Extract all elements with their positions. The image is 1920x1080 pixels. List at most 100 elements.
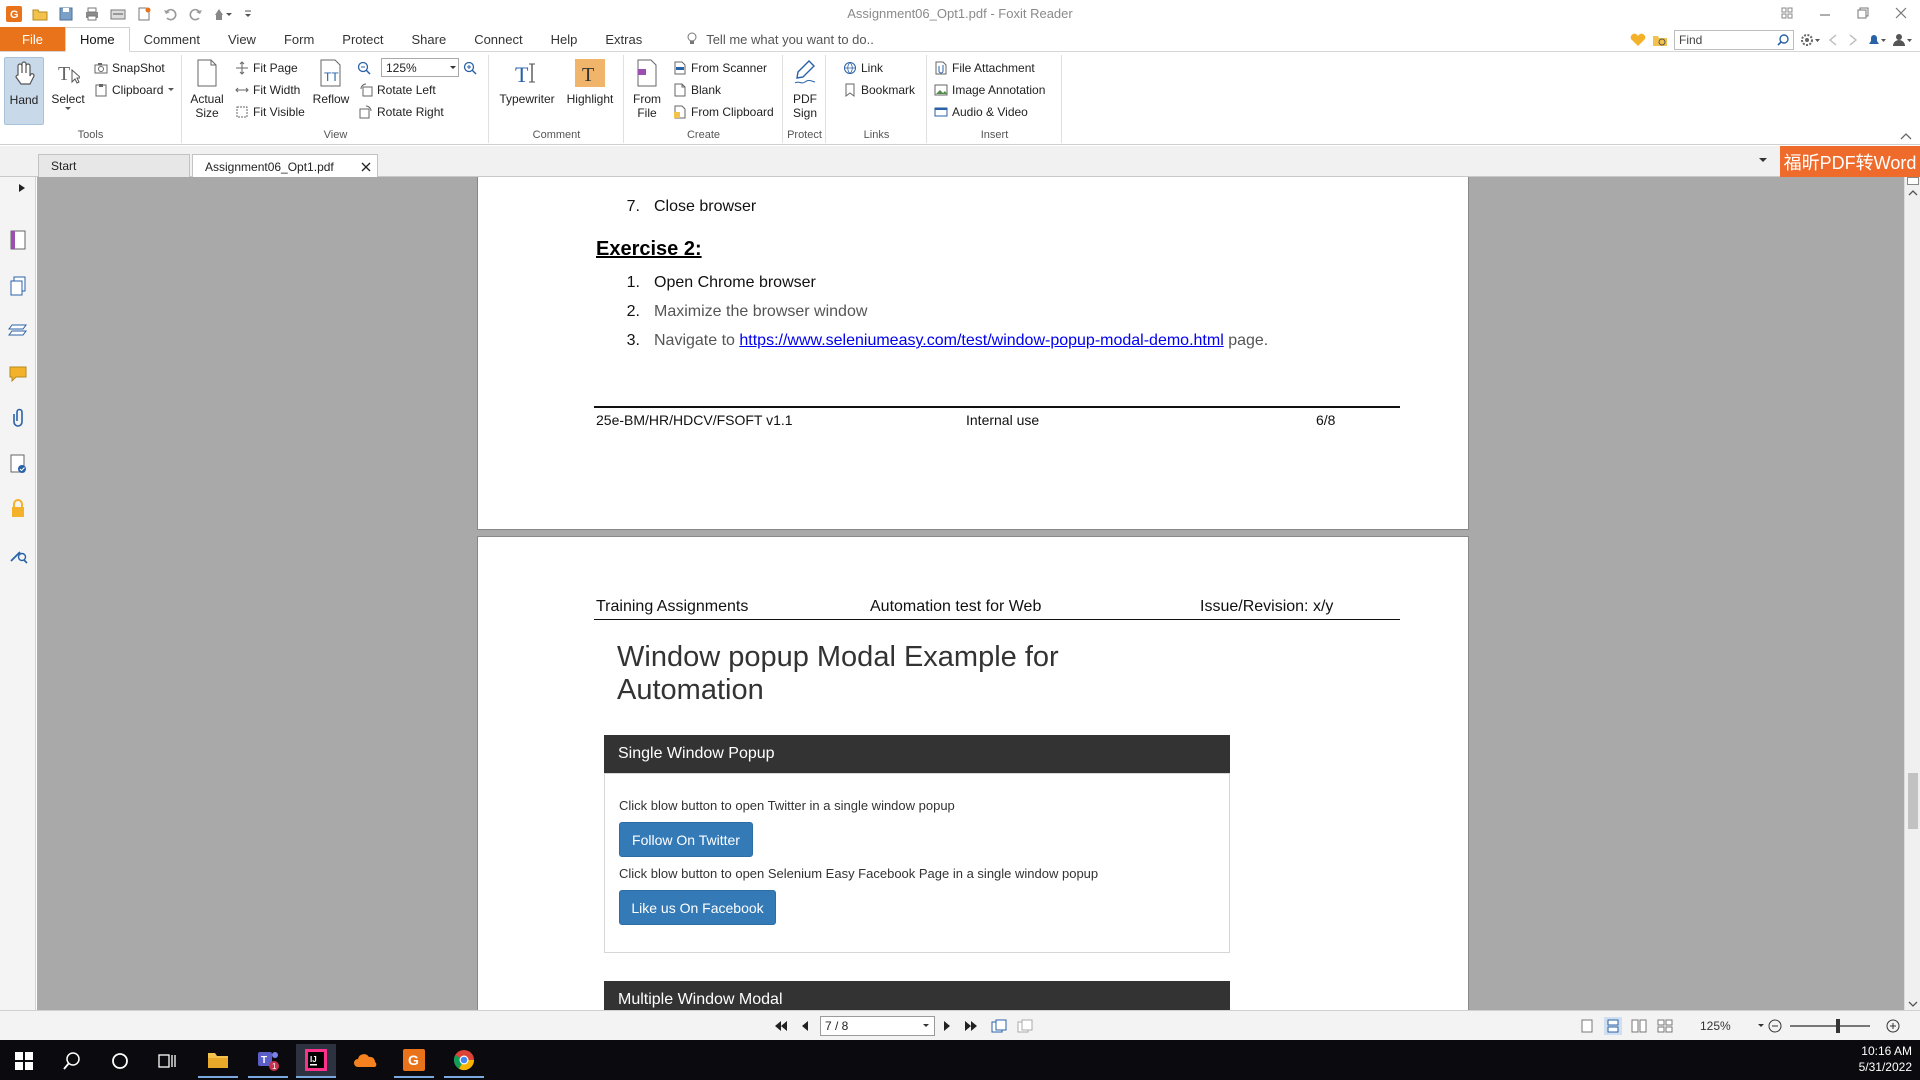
- previous-view-icon[interactable]: [990, 1017, 1008, 1035]
- new-document-icon[interactable]: [134, 4, 154, 24]
- layers-panel-icon[interactable]: [7, 319, 29, 341]
- next-page-icon[interactable]: [938, 1017, 956, 1035]
- single-page-view-icon[interactable]: [1578, 1017, 1596, 1035]
- previous-page-icon[interactable]: [796, 1017, 814, 1035]
- gear-icon[interactable]: [1800, 33, 1820, 47]
- file-explorer-icon[interactable]: [198, 1044, 238, 1078]
- select-dropdown-icon[interactable]: [64, 106, 72, 112]
- typewriter-button[interactable]: T Typewriter: [496, 57, 558, 125]
- bell-icon[interactable]: [1866, 33, 1886, 47]
- collapse-ribbon-icon[interactable]: [1900, 132, 1912, 140]
- link-button[interactable]: Link: [843, 59, 883, 77]
- next-result-icon[interactable]: [1846, 33, 1860, 47]
- like-us-on-facebook-button[interactable]: Like us On Facebook: [619, 890, 776, 925]
- split-handle[interactable]: [1907, 177, 1919, 185]
- last-page-icon[interactable]: [962, 1017, 980, 1035]
- print-icon[interactable]: [82, 4, 102, 24]
- fit-width-button[interactable]: Fit Width: [235, 81, 300, 99]
- redo-icon[interactable]: [186, 4, 206, 24]
- intellij-icon[interactable]: IJ: [296, 1044, 336, 1078]
- document-viewport[interactable]: 7. Close browser Exercise 2: 1. Open Chrom…: [37, 177, 1904, 1010]
- hand-tool-dropdown-icon[interactable]: [212, 4, 232, 24]
- fit-visible-button[interactable]: Fit Visible: [235, 103, 305, 121]
- search-icon[interactable]: [1777, 34, 1789, 46]
- cloud-app-icon[interactable]: [346, 1044, 386, 1078]
- rotate-right-button[interactable]: Rotate Right: [359, 103, 444, 121]
- zoom-dropdown-icon[interactable]: [448, 64, 458, 72]
- file-attachment-button[interactable]: File Attachment: [934, 59, 1035, 77]
- signatures-panel-icon[interactable]: [7, 453, 29, 475]
- zoom-slider-handle[interactable]: [1836, 1019, 1840, 1033]
- continuous-facing-view-icon[interactable]: [1656, 1017, 1674, 1035]
- first-page-icon[interactable]: [772, 1017, 790, 1035]
- open-icon[interactable]: [30, 4, 50, 24]
- from-clipboard-button[interactable]: From Clipboard: [673, 103, 774, 121]
- ribbon-display-icon[interactable]: [1768, 0, 1806, 26]
- tab-extras[interactable]: Extras: [591, 27, 656, 51]
- scroll-up-icon[interactable]: [1908, 189, 1918, 197]
- zoom-in-button[interactable]: [463, 59, 477, 77]
- tab-help[interactable]: Help: [537, 27, 592, 51]
- restore-button[interactable]: [1844, 0, 1882, 26]
- find-input[interactable]: Find: [1674, 30, 1794, 50]
- attachments-panel-icon[interactable]: [7, 407, 29, 429]
- teams-icon[interactable]: T1: [248, 1044, 288, 1078]
- tell-me-search[interactable]: Tell me what you want to do..: [686, 27, 874, 51]
- snapshot-button[interactable]: SnapShot: [94, 59, 165, 77]
- highlight-button[interactable]: T Highlight: [562, 57, 618, 125]
- scroll-down-icon[interactable]: [1908, 1000, 1918, 1008]
- chrome-icon[interactable]: [444, 1044, 484, 1078]
- reflow-button[interactable]: TT Reflow: [311, 57, 351, 125]
- expand-panel-icon[interactable]: [16, 181, 28, 195]
- customize-toolbar-icon[interactable]: [238, 4, 258, 24]
- audio-video-button[interactable]: Audio & Video: [934, 103, 1028, 121]
- tab-home[interactable]: Home: [64, 27, 130, 52]
- undo-icon[interactable]: [160, 4, 180, 24]
- comments-panel-icon[interactable]: [7, 363, 29, 385]
- facing-view-icon[interactable]: [1630, 1017, 1648, 1035]
- from-scanner-button[interactable]: From Scanner: [673, 59, 767, 77]
- tab-file[interactable]: File: [0, 27, 65, 51]
- cortana-icon[interactable]: [100, 1044, 140, 1078]
- zoom-combo[interactable]: 125%: [381, 58, 459, 77]
- windows-start-icon[interactable]: [4, 1044, 44, 1078]
- tab-form[interactable]: Form: [270, 27, 328, 51]
- scrollbar-thumb[interactable]: [1908, 773, 1918, 829]
- follow-on-twitter-button[interactable]: Follow On Twitter: [619, 822, 753, 857]
- search-panel-icon[interactable]: [7, 543, 29, 565]
- close-tab-icon[interactable]: [361, 162, 371, 172]
- rotate-left-button[interactable]: Rotate Left: [359, 81, 436, 99]
- tab-start[interactable]: Start: [38, 154, 190, 177]
- tab-connect[interactable]: Connect: [460, 27, 536, 51]
- status-zoom-value[interactable]: 125%: [1700, 1019, 1731, 1033]
- task-view-icon[interactable]: [148, 1044, 188, 1078]
- zoom-slider-track[interactable]: [1790, 1025, 1870, 1027]
- tab-list-dropdown-icon[interactable]: [1758, 156, 1768, 164]
- user-icon[interactable]: [1892, 33, 1912, 47]
- clipboard-dropdown-icon[interactable]: [167, 87, 175, 93]
- heart-icon[interactable]: [1630, 33, 1646, 47]
- blank-button[interactable]: Blank: [673, 81, 721, 99]
- search-icon[interactable]: [52, 1044, 92, 1078]
- zoom-out-button[interactable]: [357, 59, 371, 77]
- status-zoom-out-icon[interactable]: [1766, 1017, 1784, 1035]
- page-number-input[interactable]: 7 / 8: [820, 1016, 935, 1036]
- page-dropdown-icon[interactable]: [922, 1023, 930, 1029]
- tab-comment[interactable]: Comment: [130, 27, 214, 51]
- status-zoom-in-icon[interactable]: [1884, 1017, 1902, 1035]
- bookmark-button[interactable]: Bookmark: [843, 81, 915, 99]
- hand-button[interactable]: Hand: [4, 57, 44, 125]
- tab-view[interactable]: View: [214, 27, 270, 51]
- tab-protect[interactable]: Protect: [328, 27, 397, 51]
- foxit-reader-taskbar-icon[interactable]: G: [394, 1044, 434, 1078]
- minimize-button[interactable]: [1806, 0, 1844, 26]
- security-panel-icon[interactable]: [7, 497, 29, 519]
- seleniumeasy-link[interactable]: https://www.seleniumeasy.com/test/window…: [739, 332, 1223, 349]
- continuous-view-icon[interactable]: [1604, 1017, 1622, 1035]
- next-view-icon[interactable]: [1016, 1017, 1034, 1035]
- save-icon[interactable]: [56, 4, 76, 24]
- bookmarks-panel-icon[interactable]: [7, 229, 29, 251]
- prev-result-icon[interactable]: [1826, 33, 1840, 47]
- image-annotation-button[interactable]: Image Annotation: [934, 81, 1045, 99]
- pdf-to-word-button[interactable]: 福昕PDF转Word: [1780, 146, 1920, 177]
